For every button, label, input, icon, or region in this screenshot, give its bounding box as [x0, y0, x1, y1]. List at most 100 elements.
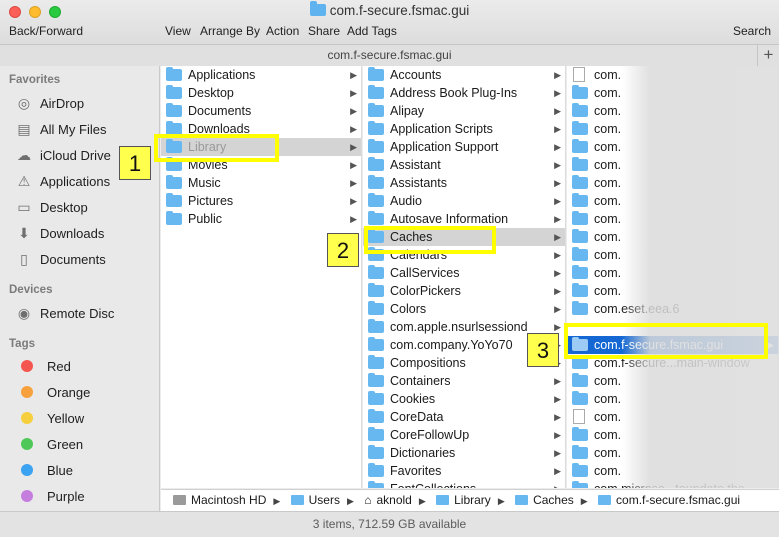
list-item[interactable]: Desktop ▶ — [161, 84, 361, 102]
sidebar-item-icloud-drive[interactable]: ☁ iCloud Drive — [14, 144, 111, 166]
folder-icon — [572, 103, 588, 117]
arrange-by-button[interactable]: Arrange By — [200, 24, 260, 38]
list-item[interactable]: CallServices ▶ — [363, 264, 565, 282]
list-item[interactable]: Alipay ▶ — [363, 102, 565, 120]
folder-icon — [368, 301, 384, 315]
disc-icon: ◉ — [17, 305, 31, 321]
list-item[interactable]: Application Support ▶ — [363, 138, 565, 156]
chevron-right-icon: ▶ — [554, 268, 561, 278]
folder-icon — [572, 193, 588, 207]
chevron-right-icon: ▶ — [554, 480, 561, 488]
list-item[interactable]: Dictionaries ▶ — [363, 444, 565, 462]
folder-icon — [166, 85, 182, 99]
new-tab-button[interactable]: + — [757, 45, 779, 66]
chevron-right-icon: ▶ — [554, 376, 561, 386]
sidebar-item-documents[interactable]: ▯ Documents — [14, 248, 106, 270]
red-tag-icon — [21, 360, 33, 372]
sidebar-tag-red[interactable]: Red — [14, 356, 71, 378]
folder-icon — [166, 103, 182, 117]
chevron-right-icon: ▶ — [554, 304, 561, 314]
add-tags-button[interactable]: Add Tags — [347, 24, 397, 38]
folder-icon — [572, 229, 588, 243]
list-item[interactable]: Documents ▶ — [161, 102, 361, 120]
folder-icon — [368, 139, 384, 153]
list-item[interactable]: CoreFollowUp ▶ — [363, 426, 565, 444]
list-item[interactable]: Public ▶ — [161, 210, 361, 228]
sidebar-tag-blue[interactable]: Blue — [14, 460, 73, 482]
path-segment-home[interactable]: ⌂ aknold — [364, 490, 412, 511]
sidebar-item-all-my-files[interactable]: ▤ All My Files — [14, 118, 106, 140]
list-item[interactable]: Accounts ▶ — [363, 66, 565, 84]
file-icon — [573, 409, 585, 424]
folder-icon — [572, 157, 588, 171]
window-title-text: com.f-secure.fsmac.gui — [329, 3, 470, 18]
chevron-right-icon: ▶ — [554, 214, 561, 224]
path-segment-fsmac-gui[interactable]: com.f-secure.fsmac.gui — [598, 490, 740, 511]
sidebar-tag-yellow[interactable]: Yellow — [14, 408, 84, 430]
list-item[interactable]: Cookies ▶ — [363, 390, 565, 408]
chevron-right-icon: ▶ — [350, 178, 357, 188]
share-button[interactable]: Share — [308, 24, 340, 38]
path-segment-library[interactable]: Library — [436, 490, 491, 511]
search-button[interactable]: Search — [733, 24, 771, 38]
chevron-right-icon: ▶ — [554, 106, 561, 116]
chevron-right-icon: ▶ — [554, 70, 561, 80]
list-item[interactable]: Containers ▶ — [363, 372, 565, 390]
column-library: Accounts ▶ Address Book Plug-Ins ▶ Alipay ▶… — [363, 66, 566, 488]
applications-icon: ⚠ — [17, 173, 31, 189]
callout-number-1: 1 — [119, 146, 151, 180]
list-item[interactable]: Assistant ▶ — [363, 156, 565, 174]
action-button[interactable]: Action — [266, 24, 299, 38]
view-button[interactable]: View — [165, 24, 191, 38]
folder-icon — [368, 445, 384, 459]
folder-icon — [572, 463, 588, 477]
list-item[interactable]: ColorPickers ▶ — [363, 282, 565, 300]
list-item[interactable]: Assistants ▶ — [363, 174, 565, 192]
folder-icon — [368, 427, 384, 441]
list-item[interactable]: Applications ▶ — [161, 66, 361, 84]
folder-icon — [572, 247, 588, 261]
sidebar-item-applications[interactable]: ⚠ Applications — [14, 170, 110, 192]
file-icon — [573, 67, 585, 82]
sidebar-item-desktop[interactable]: ▭ Desktop — [14, 196, 87, 218]
folder-icon — [368, 283, 384, 297]
chevron-right-icon: ▶ — [554, 286, 561, 296]
path-segment-users[interactable]: Users — [290, 490, 340, 511]
list-item[interactable]: Application Scripts ▶ — [363, 120, 565, 138]
list-item[interactable]: Audio ▶ — [363, 192, 565, 210]
chevron-right-icon: ▶ — [350, 88, 357, 98]
chevron-right-icon: ▶ — [346, 496, 354, 506]
list-item[interactable]: Pictures ▶ — [161, 192, 361, 210]
list-item[interactable]: CoreData ▶ — [363, 408, 565, 426]
list-item[interactable]: Address Book Plug-Ins ▶ — [363, 84, 565, 102]
path-segment-caches[interactable]: Caches — [515, 490, 574, 511]
chevron-right-icon: ▶ — [554, 250, 561, 260]
sidebar-item-downloads[interactable]: ⬇ Downloads — [14, 222, 104, 244]
back-forward-button[interactable]: Back/Forward — [9, 24, 83, 38]
sidebar-header-favorites: Favorites — [9, 74, 61, 86]
sidebar-header-tags: Tags — [9, 338, 35, 350]
folder-icon — [309, 1, 326, 16]
sidebar-tag-purple[interactable]: Purple — [14, 486, 85, 508]
path-segment-disk[interactable]: Macintosh HD — [173, 490, 266, 511]
folder-icon — [572, 283, 588, 297]
folder-icon — [166, 211, 182, 225]
yellow-tag-icon — [21, 412, 33, 424]
list-item[interactable]: Favorites ▶ — [363, 462, 565, 480]
sidebar-header-devices: Devices — [9, 284, 53, 296]
list-item[interactable]: Colors ▶ — [363, 300, 565, 318]
chevron-right-icon: ▶ — [350, 106, 357, 116]
list-item[interactable]: FontCollections▶ — [363, 480, 565, 488]
sidebar-item-airdrop[interactable]: ◎ AirDrop — [14, 92, 84, 114]
sidebar-item-remote-disc[interactable]: ◉ Remote Disc — [14, 302, 115, 324]
download-icon: ⬇ — [18, 225, 30, 241]
highlight-box-fsmac-gui — [564, 323, 768, 359]
sidebar-tag-green[interactable]: Green — [14, 434, 83, 456]
folder-icon — [572, 265, 588, 279]
sidebar-tag-orange[interactable]: Orange — [14, 382, 90, 404]
list-item[interactable]: Music ▶ — [161, 174, 361, 192]
chevron-right-icon: ▶ — [554, 160, 561, 170]
column-home: Applications ▶ Desktop ▶ Documents ▶ Downlo… — [161, 66, 362, 488]
purple-tag-icon — [21, 490, 33, 502]
folder-icon — [515, 495, 529, 505]
